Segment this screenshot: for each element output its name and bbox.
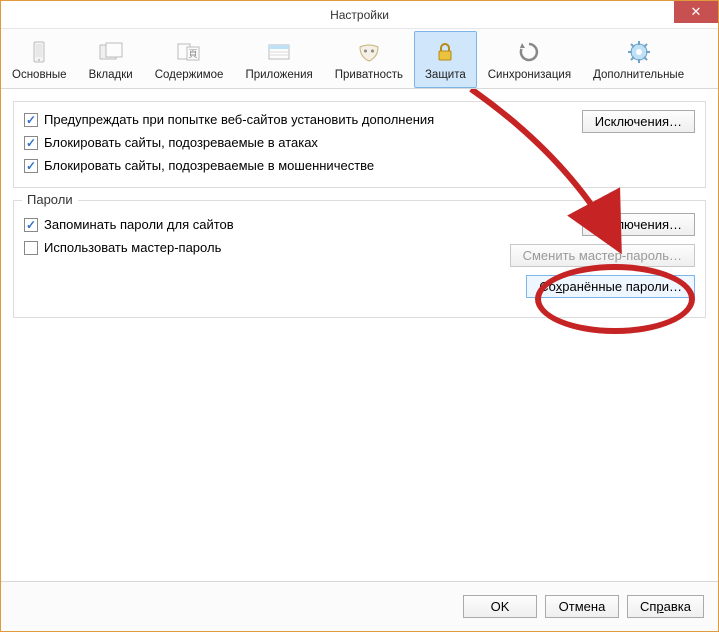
ok-button[interactable]: OK xyxy=(463,595,537,618)
sync-icon xyxy=(515,38,543,66)
block-attack-checkbox[interactable] xyxy=(24,136,38,150)
master-password-label: Использовать мастер-пароль xyxy=(44,240,221,255)
tab-privacy[interactable]: Приватность xyxy=(324,31,414,88)
remember-passwords-checkbox[interactable] xyxy=(24,218,38,232)
block-forgery-label: Блокировать сайты, подозреваемые в мошен… xyxy=(44,158,374,173)
tab-label: Основные xyxy=(12,69,67,81)
tab-label: Синхронизация xyxy=(488,69,571,81)
block-forgery-checkbox[interactable] xyxy=(24,159,38,173)
content-icon: 頁 xyxy=(175,38,203,66)
applications-icon xyxy=(265,38,293,66)
dialog-footer: OK Отмена Справка xyxy=(1,581,718,631)
mask-icon xyxy=(355,38,383,66)
block-attack-label: Блокировать сайты, подозреваемые в атака… xyxy=(44,135,318,150)
passwords-fieldset: Пароли Запоминать пароли для сайтов Испо… xyxy=(13,200,706,318)
tab-advanced[interactable]: Дополнительные xyxy=(582,31,695,88)
tab-label: Вкладки xyxy=(89,69,133,81)
passwords-buttons-group: Исключения… Сменить мастер-пароль… Сохра… xyxy=(510,213,695,298)
master-password-checkbox[interactable] xyxy=(24,241,38,255)
tab-label: Защита xyxy=(425,69,466,81)
warn-addons-checkbox[interactable] xyxy=(24,113,38,127)
titlebar: Настройки ✕ xyxy=(1,1,718,29)
warn-addons-label: Предупреждать при попытке веб-сайтов уст… xyxy=(44,112,434,127)
saved-passwords-button[interactable]: Сохранённые пароли… xyxy=(526,275,695,298)
tab-content[interactable]: 頁 Содержимое xyxy=(144,31,235,88)
change-master-password-button: Сменить мастер-пароль… xyxy=(510,244,695,267)
tab-sync[interactable]: Синхронизация xyxy=(477,31,582,88)
general-security-pane: Исключения… Предупреждать при попытке ве… xyxy=(13,101,706,188)
tab-tabs[interactable]: Вкладки xyxy=(78,31,144,88)
content-area: Исключения… Предупреждать при попытке ве… xyxy=(1,89,718,581)
tab-security[interactable]: Защита xyxy=(414,31,477,88)
remember-passwords-label: Запоминать пароли для сайтов xyxy=(44,217,234,232)
tab-label: Приватность xyxy=(335,69,403,81)
help-button[interactable]: Справка xyxy=(627,595,704,618)
close-icon: ✕ xyxy=(691,4,702,20)
gear-icon xyxy=(625,38,653,66)
settings-window: Настройки ✕ Основные Вкладки 頁 Содержимо… xyxy=(0,0,719,632)
phone-icon xyxy=(25,38,53,66)
passwords-legend: Пароли xyxy=(22,192,78,207)
tab-general[interactable]: Основные xyxy=(1,31,78,88)
tab-label: Содержимое xyxy=(155,69,224,81)
close-button[interactable]: ✕ xyxy=(674,1,718,23)
tabs-icon xyxy=(97,38,125,66)
window-title: Настройки xyxy=(330,8,389,22)
category-toolbar: Основные Вкладки 頁 Содержимое Приложения… xyxy=(1,29,718,89)
tab-label: Приложения xyxy=(245,69,312,81)
tab-label: Дополнительные xyxy=(593,69,684,81)
svg-text:頁: 頁 xyxy=(189,49,198,59)
lock-icon xyxy=(431,38,459,66)
cancel-button[interactable]: Отмена xyxy=(545,595,619,618)
exceptions-top-button[interactable]: Исключения… xyxy=(582,110,695,133)
password-exceptions-button[interactable]: Исключения… xyxy=(582,213,695,236)
tab-applications[interactable]: Приложения xyxy=(234,31,323,88)
